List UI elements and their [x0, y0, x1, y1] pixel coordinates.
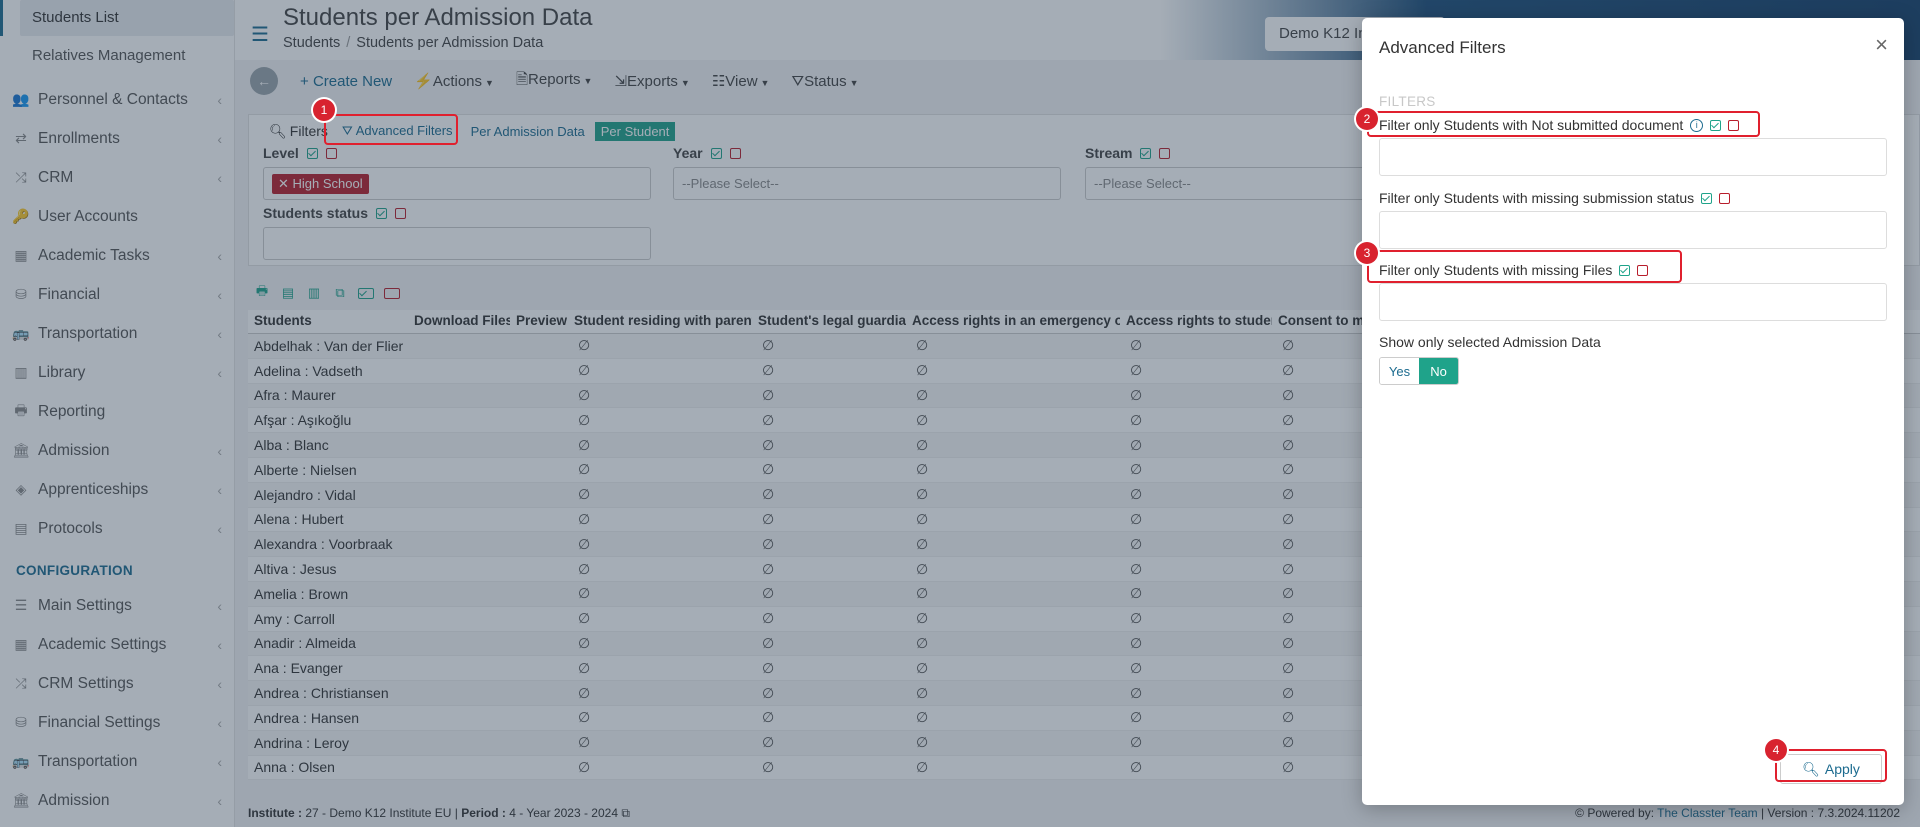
- annotation-badge-1: 1: [313, 99, 335, 121]
- deselect-all-icon[interactable]: [1719, 192, 1731, 204]
- annotation-badge-4: 4: [1765, 739, 1787, 761]
- annotation-highlight-2: [1367, 111, 1760, 137]
- toggle-no[interactable]: No: [1419, 358, 1458, 384]
- close-icon[interactable]: ×: [1875, 32, 1888, 58]
- filter-missing-status-input[interactable]: [1379, 211, 1887, 249]
- annotation-badge-2: 2: [1356, 108, 1378, 130]
- annotation-highlight-1: [324, 114, 458, 145]
- annotation-highlight-4: [1775, 749, 1887, 782]
- filters-section-label: FILTERS: [1379, 94, 1436, 109]
- filter-missing-files-input[interactable]: [1379, 283, 1887, 321]
- modal-title: Advanced Filters: [1379, 38, 1506, 57]
- show-selected-toggle: Yes No: [1379, 357, 1459, 385]
- filter-missing-status-label: Filter only Students with missing submis…: [1379, 190, 1731, 206]
- filter-not-submitted-input[interactable]: [1379, 138, 1887, 176]
- annotation-highlight-3: [1367, 250, 1682, 283]
- annotation-badge-3: 3: [1356, 242, 1378, 264]
- toggle-yes[interactable]: Yes: [1380, 358, 1419, 384]
- show-selected-label: Show only selected Admission Data: [1379, 334, 1601, 350]
- select-all-icon[interactable]: [1701, 192, 1713, 204]
